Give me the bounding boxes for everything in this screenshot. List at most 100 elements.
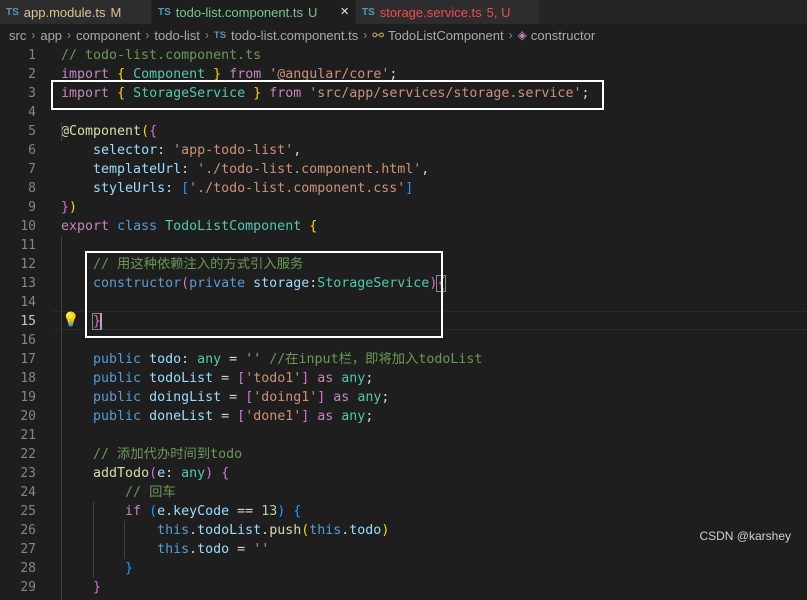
line-number: 20 [20,409,36,424]
indent-guide [61,236,62,600]
code-token: // todo-list.component.ts [61,48,262,63]
code-text: public todo: any = '' //在input栏，即将加入todo… [61,350,482,369]
indent-guide [124,521,125,559]
close-icon[interactable]: × [340,3,349,21]
code-token: './todo-list.component.html' [197,162,422,177]
line-number: 14 [20,295,36,310]
code-token: class [117,219,158,234]
code-token: 'doing1' [253,390,318,405]
code-line: 7 templateUrl: './todo-list.component.ht… [0,160,807,179]
tab-git-status: 5, U [486,4,511,20]
code-token: . [189,542,198,557]
line-number: 1 [28,48,36,63]
breadcrumb-item-file[interactable]: todo-list.component.ts [231,28,358,43]
code-text: selector: 'app-todo-list', [61,141,301,160]
code-token: , [293,143,302,158]
code-token: TodoListComponent [165,219,302,234]
code-line: 10 export class TodoListComponent { [0,217,807,236]
code-token: } [125,561,134,576]
code-line: 6 selector: 'app-todo-list', [0,141,807,160]
code-line: 26 this.todoList.push(this.todo) [0,521,807,540]
code-token: '' [245,352,262,367]
tab-label: app.module.ts [23,4,106,20]
breadcrumb-item-component[interactable]: component [76,28,140,43]
typescript-icon: TS [362,6,375,18]
line-number: 27 [20,542,36,557]
code-token: any [181,466,206,481]
code-token: { [149,124,158,139]
breadcrumb-item-src[interactable]: src [9,28,26,43]
breadcrumb-item-app[interactable]: app [40,28,62,43]
code-token: , [421,162,430,177]
code-editor[interactable]: 1// todo-list.component.ts 2 import { Comp… [0,46,807,600]
chevron-right-icon: › [31,28,36,42]
code-token: { [293,504,302,519]
chevron-right-icon: › [204,28,209,42]
line-number: 17 [20,352,36,367]
code-line: 29 } [0,578,807,597]
code-token: ) [381,523,390,538]
chevron-right-icon: › [508,28,513,42]
code-token: ] [405,181,414,196]
code-token: // 回车 [125,485,176,500]
tab-storage-service[interactable]: TS storage.service.ts 5, U [356,0,539,24]
code-token: [ [237,409,246,424]
line-number: 21 [20,428,36,443]
tab-todo-list-component[interactable]: TS todo-list.component.ts U × [152,0,355,24]
breadcrumb-item-method[interactable]: constructor [531,28,595,43]
code-token: export [61,219,110,234]
tab-app-module[interactable]: TS app.module.ts M [0,0,151,24]
code-text: styleUrls: ['./todo-list.component.css'] [61,179,413,198]
chevron-right-icon: › [67,28,72,42]
line-number: 29 [20,580,36,595]
indent-guide [93,502,94,578]
breadcrumb-item-todo-list[interactable]: todo-list [154,28,200,43]
code-token: push [269,523,302,538]
code-token: ; [381,390,390,405]
code-token: todoList [197,523,262,538]
tab-label: todo-list.component.ts [175,4,303,20]
code-token: e [157,466,166,481]
code-text: } [61,559,133,578]
code-token: public [93,390,142,405]
code-token: any [357,390,382,405]
tab-bar: TS app.module.ts M TS todo-list.componen… [0,0,807,24]
code-token: public [93,352,142,367]
code-token: [ [245,390,254,405]
breadcrumb-item-class[interactable]: TodoListComponent [388,28,504,43]
code-token: [ [181,181,190,196]
code-line: 1 // todo-list.component.ts [0,46,807,65]
code-token: : [157,143,174,158]
line-number: 11 [20,238,36,253]
code-token: todo [149,352,182,367]
code-text: // todo-list.component.ts [61,46,261,65]
line-number: 28 [20,561,36,576]
code-token: if [125,504,142,519]
line-number: 5 [28,124,36,139]
line-number: 4 [28,105,36,120]
chevron-right-icon: › [363,28,368,42]
code-token: : [181,162,198,177]
code-text: this.todoList.push(this.todo) [61,521,389,540]
code-token: ( [149,504,158,519]
code-token: . [261,523,270,538]
line-number: 16 [20,333,36,348]
code-token: todo [349,523,382,538]
code-token: doneList [149,409,214,424]
lightbulb-icon[interactable]: 💡 [62,311,79,330]
code-token: // 添加代办时间到todo [93,447,243,462]
line-number: 12 [20,257,36,272]
chevron-right-icon: › [145,28,150,42]
code-text: public doneList = ['done1'] as any; [61,407,373,426]
code-token: doingList [149,390,222,405]
code-token: ( [141,124,150,139]
code-token: = [229,542,254,557]
code-token: } [93,580,102,595]
code-token: any [341,409,366,424]
code-token: templateUrl [93,162,182,177]
